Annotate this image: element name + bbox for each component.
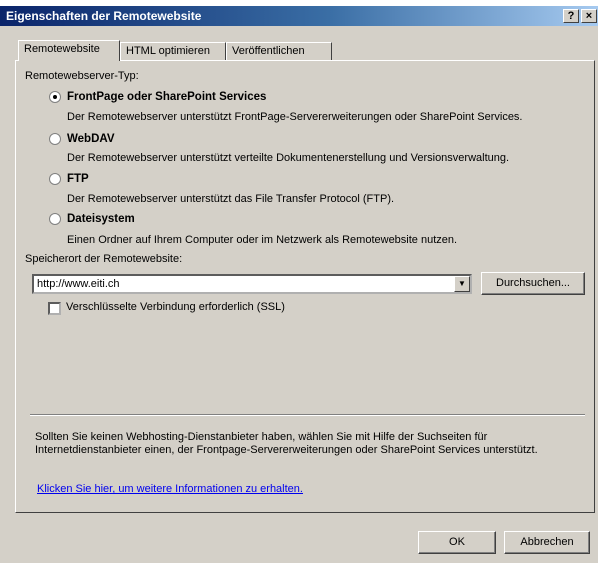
location-value[interactable]: http://www.eiti.ch: [37, 278, 120, 290]
radio-ftp-description: Der Remotewebserver unterstützt das File…: [67, 193, 395, 205]
radio-frontpage-description: Der Remotewebserver unterstützt FrontPag…: [67, 111, 523, 123]
help-button[interactable]: ?: [563, 9, 579, 23]
more-info-link[interactable]: Klicken Sie hier, um weitere Information…: [37, 483, 303, 495]
ok-button[interactable]: OK: [418, 531, 496, 554]
radio-dateisystem-description: Einen Ordner auf Ihrem Computer oder im …: [67, 234, 458, 246]
cancel-button[interactable]: Abbrechen: [504, 531, 590, 554]
radio-webdav-label[interactable]: WebDAV: [67, 133, 115, 145]
browse-button[interactable]: Durchsuchen...: [481, 272, 585, 295]
title-bar[interactable]: Eigenschaften der Remotewebsite ? ×: [0, 6, 598, 26]
radio-ftp[interactable]: [49, 173, 61, 185]
ssl-label[interactable]: Verschlüsselte Verbindung erforderlich (…: [66, 301, 285, 313]
radio-dateisystem[interactable]: [49, 213, 61, 225]
radio-frontpage[interactable]: [49, 91, 61, 103]
tab-veroeffentlichen[interactable]: Veröffentlichen: [226, 42, 332, 60]
radio-ftp-label[interactable]: FTP: [67, 173, 89, 185]
location-combobox[interactable]: http://www.eiti.ch ▼: [32, 274, 472, 294]
radio-webdav[interactable]: [49, 133, 61, 145]
tab-remotewebsite[interactable]: Remotewebsite: [18, 40, 120, 61]
radio-webdav-description: Der Remotewebserver unterstützt verteilt…: [67, 152, 510, 164]
radio-frontpage-label[interactable]: FrontPage oder SharePoint Services: [67, 91, 266, 103]
close-button[interactable]: ×: [581, 9, 597, 23]
tab-html-optimieren[interactable]: HTML optimieren: [120, 42, 226, 60]
radio-dateisystem-label[interactable]: Dateisystem: [67, 213, 135, 225]
location-label: Speicherort der Remotewebsite:: [25, 253, 183, 265]
window-title: Eigenschaften der Remotewebsite: [6, 9, 202, 23]
separator: [30, 414, 585, 416]
properties-dialog: Eigenschaften der Remotewebsite ? × Remo…: [0, 0, 598, 563]
info-text: Sollten Sie keinen Webhosting-Dienstanbi…: [35, 431, 538, 456]
chevron-down-icon[interactable]: ▼: [454, 276, 470, 292]
server-type-label: Remotewebserver-Typ:: [25, 70, 139, 82]
ssl-checkbox[interactable]: [48, 302, 61, 315]
